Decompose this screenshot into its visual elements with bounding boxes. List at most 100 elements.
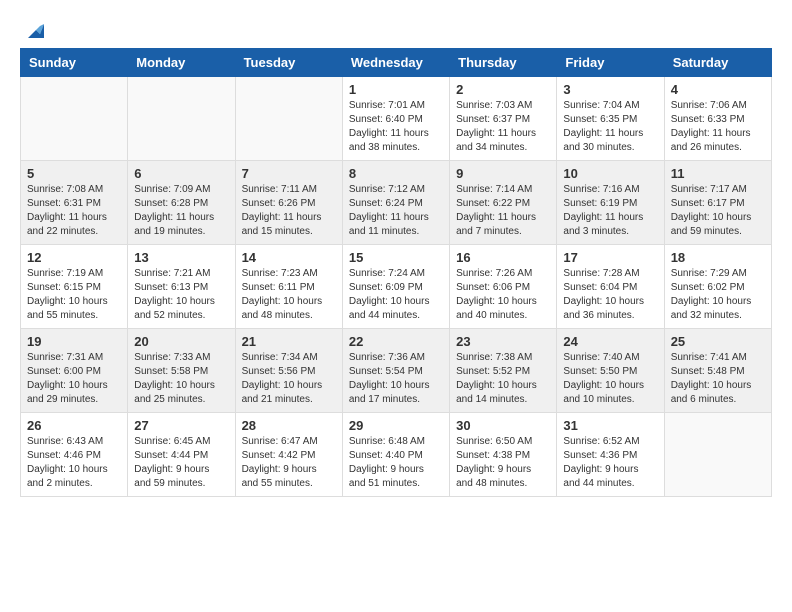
day-number: 16 <box>456 250 550 265</box>
page-header <box>20 20 772 38</box>
day-info: Sunrise: 7:34 AM Sunset: 5:56 PM Dayligh… <box>242 351 336 407</box>
calendar-cell: 6 Sunrise: 7:09 AM Sunset: 6:28 PM Daylig… <box>128 161 235 245</box>
day-info: Sunrise: 7:16 AM Sunset: 6:19 PM Dayligh… <box>563 183 657 239</box>
calendar-cell: 20 Sunrise: 7:33 AM Sunset: 5:58 PM Dayli… <box>128 329 235 413</box>
calendar-cell: 16 Sunrise: 7:26 AM Sunset: 6:06 PM Dayli… <box>450 245 557 329</box>
calendar-table: SundayMondayTuesdayWednesdayThursdayFrid… <box>20 48 772 497</box>
calendar-cell: 29Sunrise: 6:48 AM Sunset: 4:40 PM Dayli… <box>342 413 449 497</box>
day-info: Sunrise: 7:12 AM Sunset: 6:24 PM Dayligh… <box>349 183 443 239</box>
day-info: Sunrise: 6:47 AM Sunset: 4:42 PM Dayligh… <box>242 435 336 491</box>
calendar-cell: 25 Sunrise: 7:41 AM Sunset: 5:48 PM Dayli… <box>664 329 771 413</box>
day-info: Sunrise: 7:40 AM Sunset: 5:50 PM Dayligh… <box>563 351 657 407</box>
weekday-header-sunday: Sunday <box>21 49 128 77</box>
day-number: 5 <box>27 166 121 181</box>
day-info: Sunrise: 7:24 AM Sunset: 6:09 PM Dayligh… <box>349 267 443 323</box>
day-info: Sunrise: 7:21 AM Sunset: 6:13 PM Dayligh… <box>134 267 228 323</box>
weekday-header-thursday: Thursday <box>450 49 557 77</box>
day-info: Sunrise: 7:03 AM Sunset: 6:37 PM Dayligh… <box>456 99 550 155</box>
day-info: Sunrise: 7:41 AM Sunset: 5:48 PM Dayligh… <box>671 351 765 407</box>
day-info: Sunrise: 7:11 AM Sunset: 6:26 PM Dayligh… <box>242 183 336 239</box>
calendar-cell: 22 Sunrise: 7:36 AM Sunset: 5:54 PM Dayli… <box>342 329 449 413</box>
day-number: 7 <box>242 166 336 181</box>
day-number: 24 <box>563 334 657 349</box>
day-number: 21 <box>242 334 336 349</box>
day-number: 26 <box>27 418 121 433</box>
day-number: 11 <box>671 166 765 181</box>
calendar-cell: 2 Sunrise: 7:03 AM Sunset: 6:37 PM Daylig… <box>450 77 557 161</box>
day-info: Sunrise: 7:36 AM Sunset: 5:54 PM Dayligh… <box>349 351 443 407</box>
logo <box>20 20 44 38</box>
calendar-cell <box>235 77 342 161</box>
weekday-header-saturday: Saturday <box>664 49 771 77</box>
day-info: Sunrise: 7:14 AM Sunset: 6:22 PM Dayligh… <box>456 183 550 239</box>
calendar-cell: 17 Sunrise: 7:28 AM Sunset: 6:04 PM Dayli… <box>557 245 664 329</box>
day-info: Sunrise: 7:04 AM Sunset: 6:35 PM Dayligh… <box>563 99 657 155</box>
calendar-cell: 23Sunrise: 7:38 AM Sunset: 5:52 PM Dayli… <box>450 329 557 413</box>
calendar-cell: 10 Sunrise: 7:16 AM Sunset: 6:19 PM Dayli… <box>557 161 664 245</box>
calendar-cell: 14 Sunrise: 7:23 AM Sunset: 6:11 PM Dayli… <box>235 245 342 329</box>
day-number: 19 <box>27 334 121 349</box>
day-info: Sunrise: 6:52 AM Sunset: 4:36 PM Dayligh… <box>563 435 657 491</box>
calendar-cell: 24 Sunrise: 7:40 AM Sunset: 5:50 PM Dayli… <box>557 329 664 413</box>
day-number: 9 <box>456 166 550 181</box>
calendar-cell: 3Sunrise: 7:04 AM Sunset: 6:35 PM Daylig… <box>557 77 664 161</box>
calendar-cell: 1Sunrise: 7:01 AM Sunset: 6:40 PM Daylig… <box>342 77 449 161</box>
day-number: 17 <box>563 250 657 265</box>
calendar-cell: 15 Sunrise: 7:24 AM Sunset: 6:09 PM Dayli… <box>342 245 449 329</box>
day-number: 2 <box>456 82 550 97</box>
calendar-cell: 18Sunrise: 7:29 AM Sunset: 6:02 PM Dayli… <box>664 245 771 329</box>
weekday-header-wednesday: Wednesday <box>342 49 449 77</box>
day-number: 6 <box>134 166 228 181</box>
day-info: Sunrise: 7:08 AM Sunset: 6:31 PM Dayligh… <box>27 183 121 239</box>
calendar-cell: 5 Sunrise: 7:08 AM Sunset: 6:31 PM Daylig… <box>21 161 128 245</box>
day-number: 30 <box>456 418 550 433</box>
calendar-week-row: 19 Sunrise: 7:31 AM Sunset: 6:00 PM Dayli… <box>21 329 772 413</box>
day-number: 31 <box>563 418 657 433</box>
calendar-cell: 21 Sunrise: 7:34 AM Sunset: 5:56 PM Dayli… <box>235 329 342 413</box>
day-info: Sunrise: 7:38 AM Sunset: 5:52 PM Dayligh… <box>456 351 550 407</box>
calendar-cell: 4 Sunrise: 7:06 AM Sunset: 6:33 PM Daylig… <box>664 77 771 161</box>
calendar-cell: 26 Sunrise: 6:43 AM Sunset: 4:46 PM Dayli… <box>21 413 128 497</box>
day-number: 22 <box>349 334 443 349</box>
day-number: 28 <box>242 418 336 433</box>
day-number: 4 <box>671 82 765 97</box>
calendar-week-row: 5 Sunrise: 7:08 AM Sunset: 6:31 PM Daylig… <box>21 161 772 245</box>
calendar-header-row: SundayMondayTuesdayWednesdayThursdayFrid… <box>21 49 772 77</box>
day-number: 15 <box>349 250 443 265</box>
day-info: Sunrise: 6:45 AM Sunset: 4:44 PM Dayligh… <box>134 435 228 491</box>
day-info: Sunrise: 7:33 AM Sunset: 5:58 PM Dayligh… <box>134 351 228 407</box>
day-info: Sunrise: 6:48 AM Sunset: 4:40 PM Dayligh… <box>349 435 443 491</box>
day-info: Sunrise: 7:19 AM Sunset: 6:15 PM Dayligh… <box>27 267 121 323</box>
day-info: Sunrise: 7:06 AM Sunset: 6:33 PM Dayligh… <box>671 99 765 155</box>
day-info: Sunrise: 7:01 AM Sunset: 6:40 PM Dayligh… <box>349 99 443 155</box>
calendar-cell: 19 Sunrise: 7:31 AM Sunset: 6:00 PM Dayli… <box>21 329 128 413</box>
day-number: 8 <box>349 166 443 181</box>
calendar-cell: 8 Sunrise: 7:12 AM Sunset: 6:24 PM Daylig… <box>342 161 449 245</box>
day-info: Sunrise: 7:26 AM Sunset: 6:06 PM Dayligh… <box>456 267 550 323</box>
day-info: Sunrise: 7:23 AM Sunset: 6:11 PM Dayligh… <box>242 267 336 323</box>
calendar-cell: 13 Sunrise: 7:21 AM Sunset: 6:13 PM Dayli… <box>128 245 235 329</box>
day-number: 10 <box>563 166 657 181</box>
calendar-cell: 30 Sunrise: 6:50 AM Sunset: 4:38 PM Dayli… <box>450 413 557 497</box>
day-info: Sunrise: 7:09 AM Sunset: 6:28 PM Dayligh… <box>134 183 228 239</box>
calendar-week-row: 26 Sunrise: 6:43 AM Sunset: 4:46 PM Dayli… <box>21 413 772 497</box>
calendar-cell: 31 Sunrise: 6:52 AM Sunset: 4:36 PM Dayli… <box>557 413 664 497</box>
calendar-cell <box>21 77 128 161</box>
calendar-cell <box>664 413 771 497</box>
day-number: 20 <box>134 334 228 349</box>
day-info: Sunrise: 6:50 AM Sunset: 4:38 PM Dayligh… <box>456 435 550 491</box>
day-number: 13 <box>134 250 228 265</box>
day-info: Sunrise: 7:28 AM Sunset: 6:04 PM Dayligh… <box>563 267 657 323</box>
calendar-week-row: 12Sunrise: 7:19 AM Sunset: 6:15 PM Dayli… <box>21 245 772 329</box>
calendar-week-row: 1Sunrise: 7:01 AM Sunset: 6:40 PM Daylig… <box>21 77 772 161</box>
day-number: 25 <box>671 334 765 349</box>
day-number: 27 <box>134 418 228 433</box>
day-number: 18 <box>671 250 765 265</box>
calendar-cell: 7 Sunrise: 7:11 AM Sunset: 6:26 PM Daylig… <box>235 161 342 245</box>
day-number: 14 <box>242 250 336 265</box>
day-info: Sunrise: 7:31 AM Sunset: 6:00 PM Dayligh… <box>27 351 121 407</box>
calendar-cell: 11Sunrise: 7:17 AM Sunset: 6:17 PM Dayli… <box>664 161 771 245</box>
calendar-cell: 27 Sunrise: 6:45 AM Sunset: 4:44 PM Dayli… <box>128 413 235 497</box>
calendar-cell <box>128 77 235 161</box>
day-info: Sunrise: 6:43 AM Sunset: 4:46 PM Dayligh… <box>27 435 121 491</box>
